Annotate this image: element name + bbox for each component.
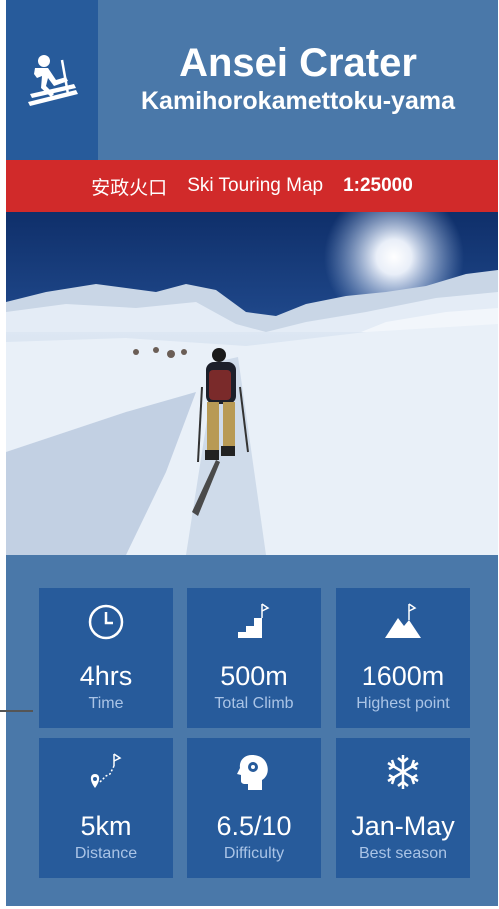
stats-grid: 4hrs Time 500m Total Climb 1600m Highest…: [6, 555, 498, 906]
stat-label: Best season: [358, 845, 448, 862]
stat-value: 500m: [220, 661, 288, 691]
page-subtitle: Kamihorokamettoku-yama: [141, 87, 455, 115]
leader-line: [0, 710, 33, 712]
head-gear-icon: [237, 755, 268, 790]
ski-tour-photo: [6, 212, 498, 555]
japanese-name: 安政火口: [91, 177, 168, 199]
stat-time: 4hrs Time: [39, 588, 173, 728]
stat-best-season: Jan-May Best season: [336, 738, 470, 878]
map-scale: 1:25000: [343, 175, 413, 196]
stat-label: Highest point: [356, 695, 450, 712]
stat-value: 5km: [80, 811, 132, 841]
map-type: Ski Touring Map: [187, 175, 324, 196]
stat-highest-point: 1600m Highest point: [336, 588, 470, 728]
stat-value: 4hrs: [79, 661, 133, 691]
stat-distance: 5km Distance: [39, 738, 173, 878]
clock-icon: [88, 604, 124, 640]
stat-label: Time: [88, 695, 124, 712]
mountain-flag-icon: [385, 603, 421, 638]
cover-photo: [6, 212, 498, 555]
stat-label: Difficulty: [223, 845, 285, 862]
stat-value: 6.5/10: [216, 811, 292, 841]
stat-value: Jan-May: [351, 811, 455, 841]
map-info-banner: 安政火口 Ski Touring Map 1:25000: [6, 160, 498, 212]
map-cover-card: Ansei Crater Kamihorokamettoku-yama 安政火口…: [6, 0, 498, 906]
stat-value: 1600m: [361, 661, 445, 691]
snowflake-icon: [387, 755, 419, 789]
stat-total-climb: 500m Total Climb: [187, 588, 321, 728]
title-block: Ansei Crater Kamihorokamettoku-yama: [98, 40, 498, 116]
stairs-flag-icon: [238, 603, 270, 638]
header: Ansei Crater Kamihorokamettoku-yama: [6, 0, 498, 160]
stat-difficulty: 6.5/10 Difficulty: [187, 738, 321, 878]
stat-label: Distance: [74, 845, 138, 862]
stat-label: Total Climb: [214, 695, 294, 712]
ski-touring-icon: [28, 55, 78, 106]
activity-icon-box: [6, 0, 98, 160]
route-pin-icon: [90, 753, 122, 788]
page-title: Ansei Crater: [179, 41, 417, 85]
